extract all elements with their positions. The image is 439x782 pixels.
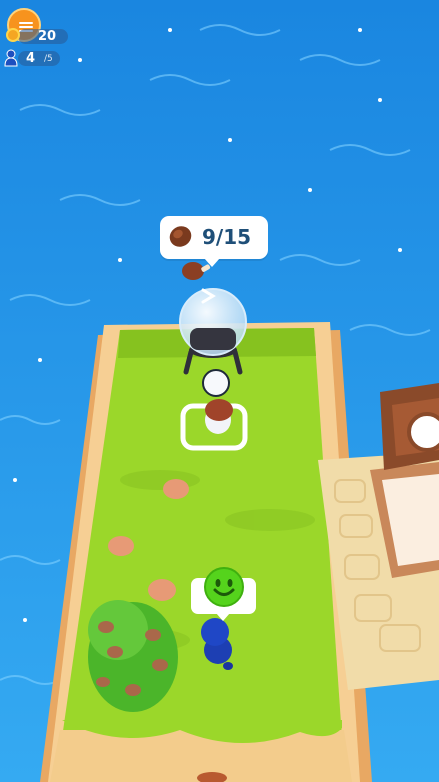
population-counter: 4 /5 [18,51,60,66]
list-icon [19,22,33,24]
smiley-face-icon [204,567,244,607]
person-icon [4,49,18,67]
coin-count: 20 [38,29,57,44]
population-max: /5 [44,54,53,64]
customer-mood-bubble [191,567,256,621]
resource-counter-bubble: 9/15 [160,216,268,267]
population-count: 4 [26,51,36,66]
resource-count: 9/15 [202,225,252,249]
game-scene[interactable] [0,0,439,782]
meat-icon [169,226,192,247]
list-icon-line [19,26,33,28]
coin-icon [6,28,20,42]
coin-counter: 20 [18,29,68,44]
